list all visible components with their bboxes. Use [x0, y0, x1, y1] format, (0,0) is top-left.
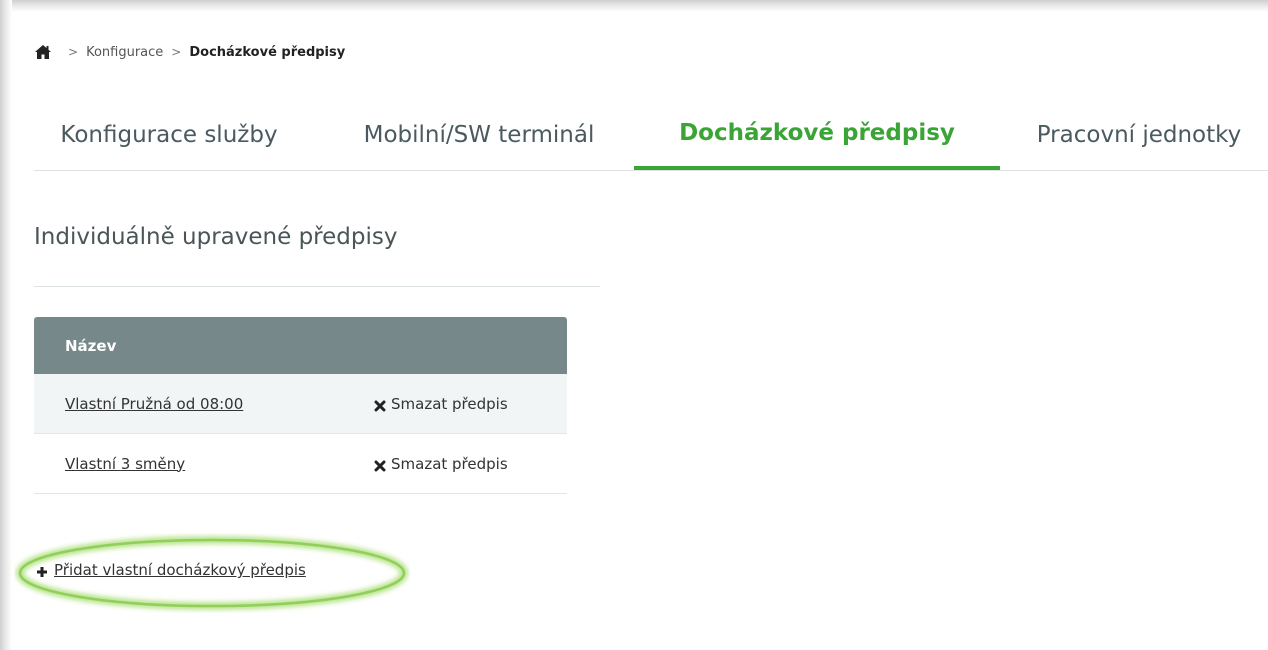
- close-icon: [374, 398, 386, 411]
- table-header: Název: [34, 317, 567, 374]
- add-rule-area: Přidat vlastní docházkový předpis: [14, 533, 410, 613]
- rule-name-link[interactable]: Vlastní 3 směny: [65, 455, 185, 473]
- breadcrumb-separator: >: [171, 45, 182, 59]
- section-divider: [34, 286, 600, 287]
- delete-rule-button[interactable]: Smazat předpis: [374, 395, 508, 413]
- window-shadow-left: [0, 0, 12, 650]
- window-shadow-top: [0, 0, 1268, 12]
- home-icon[interactable]: [34, 44, 52, 60]
- table-row: Vlastní 3 směny Smazat předpis: [34, 434, 567, 494]
- tab-pracovni-jednotky[interactable]: Pracovní jednotky: [1024, 100, 1254, 169]
- breadcrumb-separator: >: [68, 45, 79, 59]
- delete-rule-button[interactable]: Smazat předpis: [374, 455, 508, 473]
- breadcrumb: > Konfigurace > Docházkové předpisy: [34, 41, 345, 63]
- tab-mobilni-sw-terminal[interactable]: Mobilní/SW terminál: [339, 100, 619, 169]
- breadcrumb-current: Docházkové předpisy: [189, 44, 346, 60]
- tab-dochazkove-predpisy[interactable]: Docházkové předpisy: [634, 100, 1000, 170]
- column-header-nazev: Název: [65, 336, 117, 355]
- table-row: Vlastní Pružná od 08:00 Smazat předpis: [34, 374, 567, 434]
- add-custom-rule-label: Přidat vlastní docházkový předpis: [54, 561, 306, 579]
- page: > Konfigurace > Docházkové předpisy Konf…: [0, 0, 1268, 650]
- delete-rule-label: Smazat předpis: [391, 454, 508, 473]
- section-title: Individuálně upravené předpisy: [34, 224, 398, 250]
- breadcrumb-item-konfigurace[interactable]: Konfigurace: [86, 45, 163, 60]
- close-icon: [374, 458, 386, 471]
- rule-name-link[interactable]: Vlastní Pružná od 08:00: [65, 395, 243, 413]
- delete-rule-label: Smazat předpis: [391, 394, 508, 413]
- rules-table: Název Vlastní Pružná od 08:00 Smazat pře…: [34, 317, 567, 494]
- plus-icon: [36, 564, 48, 577]
- tab-bar: Konfigurace služby Mobilní/SW terminál D…: [34, 100, 1268, 171]
- tab-konfigurace-sluzby[interactable]: Konfigurace služby: [34, 100, 304, 169]
- add-custom-rule-link[interactable]: Přidat vlastní docházkový předpis: [36, 561, 306, 579]
